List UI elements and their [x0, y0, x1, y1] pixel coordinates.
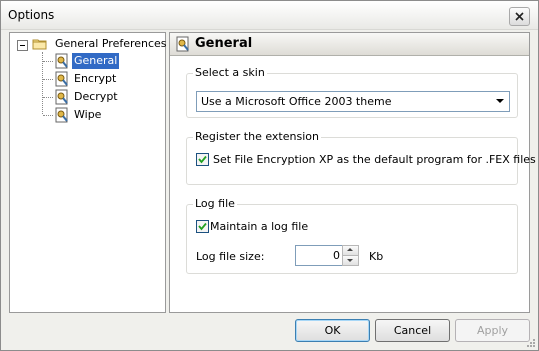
ok-button[interactable]: OK	[295, 319, 370, 342]
options-window: Options General Preferences General Encr…	[0, 0, 539, 351]
window-title: Options	[8, 8, 55, 22]
checkmark-icon	[198, 222, 207, 231]
close-button[interactable]	[509, 7, 530, 26]
extension-group: Register the extension Set File Encrypti…	[186, 130, 536, 185]
title-bar[interactable]: Options	[1, 1, 538, 30]
log-size-label: Log file size:	[196, 250, 265, 263]
wipe-page-icon	[55, 107, 68, 123]
apply-button[interactable]: Apply	[455, 319, 530, 342]
logfile-group-title: Log file	[193, 197, 237, 210]
tree-item-general[interactable]: General	[72, 53, 120, 69]
tree-item-wipe[interactable]: Wipe	[72, 107, 103, 123]
tree-item-encrypt[interactable]: Encrypt	[72, 71, 118, 87]
log-size-value: 0	[333, 249, 340, 262]
tree-item-decrypt[interactable]: Decrypt	[72, 89, 120, 105]
close-icon	[515, 12, 524, 21]
skin-dropdown-value: Use a Microsoft Office 2003 theme	[201, 95, 392, 108]
general-page-icon	[176, 36, 189, 52]
maintain-log-label[interactable]: Maintain a log file	[210, 220, 308, 233]
decrypt-page-icon	[55, 89, 68, 105]
preferences-tree: General Preferences General Encrypt Decr…	[9, 32, 169, 313]
skin-group: Select a skin Use a Microsoft Office 200…	[186, 66, 518, 118]
register-extension-checkbox[interactable]	[196, 153, 209, 166]
extension-group-title: Register the extension	[193, 130, 321, 143]
panel-title: General	[195, 36, 253, 51]
folder-icon	[32, 39, 47, 50]
skin-group-title: Select a skin	[193, 66, 267, 79]
settings-page-icon	[55, 53, 68, 69]
register-extension-label[interactable]: Set File Encryption XP as the default pr…	[213, 153, 536, 166]
logfile-group: Log file Maintain a log file Log file si…	[186, 197, 518, 274]
skin-dropdown[interactable]: Use a Microsoft Office 2003 theme	[196, 91, 510, 112]
log-size-decrease-button[interactable]	[342, 255, 359, 266]
maintain-log-checkbox[interactable]	[196, 220, 209, 233]
log-size-unit: Kb	[369, 250, 384, 263]
encrypt-page-icon	[55, 71, 68, 87]
dropdown-arrow-icon	[496, 99, 504, 103]
resize-grip-icon[interactable]	[524, 336, 536, 348]
log-size-input[interactable]: 0	[295, 245, 345, 266]
panel-header: General	[170, 33, 529, 56]
settings-panel: General Select a skin Use a Microsoft Of…	[169, 32, 536, 313]
collapse-toggle[interactable]	[17, 40, 28, 51]
cancel-button[interactable]: Cancel	[375, 319, 450, 342]
tree-root-general-preferences[interactable]: General Preferences	[53, 36, 169, 52]
checkmark-icon	[198, 155, 207, 164]
